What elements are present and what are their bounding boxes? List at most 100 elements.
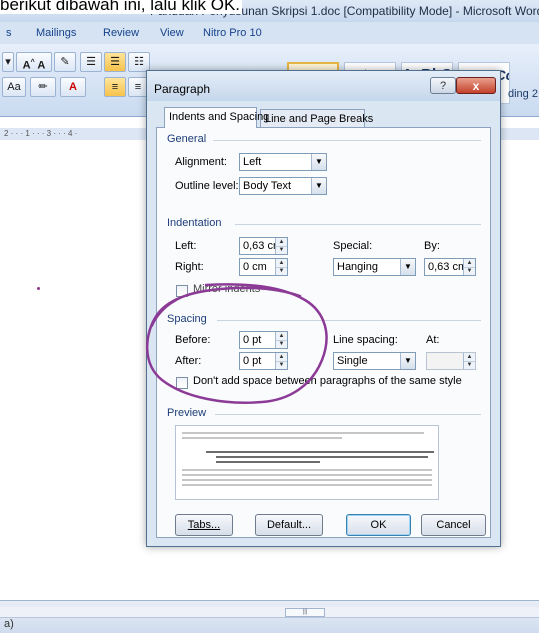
right-indent-value: 0 cm [243,261,267,273]
ribbon-tab-references[interactable]: s [6,27,12,39]
chevron-down-icon: ▼ [400,259,415,275]
align-left-icon[interactable]: ≡ [104,77,126,97]
dont-add-space-label: Don't add space between paragraphs of th… [193,375,462,387]
ribbon-tab-nitro[interactable]: Nitro Pro 10 [203,27,262,39]
left-indent-field[interactable]: 0,63 cm ▲ ▼ [239,237,288,255]
close-button[interactable]: x [456,77,496,94]
bullets-icon[interactable]: ☰ [80,52,102,72]
outline-level-value: Body Text [243,180,292,192]
after-spinner[interactable]: ▲ ▼ [275,353,287,369]
status-text: a) [4,618,14,630]
instruction-caption: berikut dibawah ini, lalu klik OK. [0,0,539,16]
preview-line [182,479,432,481]
preview-line [206,451,434,453]
spin-down-icon[interactable]: ▼ [276,361,287,369]
ribbon-tab-bar: s Mailings Review View Nitro Pro 10 [0,22,539,44]
multilevel-icon[interactable]: ☷ [128,52,150,72]
preview-line [216,456,428,458]
right-indent-field[interactable]: 0 cm ▲ ▼ [239,258,288,276]
grow-font-button[interactable]: A^ A [16,52,52,72]
font-dropdown-arrow[interactable]: ▾ [2,52,14,72]
before-spinner[interactable]: ▲ ▼ [275,332,287,348]
spin-down-icon[interactable]: ▼ [464,361,475,369]
after-value: 0 pt [243,355,262,367]
highlight-icon[interactable]: ✏ [30,77,56,97]
spin-down-icon[interactable]: ▼ [276,246,287,254]
indentation-heading: Indentation [167,217,222,229]
mirror-indents-label: Mirror indents [193,283,261,295]
document-mark [37,287,40,290]
font-color-icon[interactable]: A [60,77,86,97]
tabs-button[interactable]: Tabs... [175,514,233,536]
spin-down-icon[interactable]: ▼ [276,267,287,275]
preview-line [182,437,342,439]
cancel-button-label: Cancel [436,519,471,531]
indentation-divider [235,224,481,225]
tab-indents-and-spacing[interactable]: Indents and Spacing [164,107,269,128]
change-case-icon[interactable]: Aa [2,77,26,97]
numbering-icon[interactable]: ☰ [104,52,126,72]
dont-add-space-checkbox[interactable] [176,377,188,389]
ok-button-label: OK [370,519,387,531]
preview-line [182,474,432,476]
at-spinner[interactable]: ▲ ▼ [463,353,475,369]
line-spacing-dropdown[interactable]: Single ▼ [333,352,416,370]
ribbon-tab-view[interactable]: View [160,27,184,39]
scrollbar-thumb[interactable]: ||| [285,608,325,617]
general-divider [213,140,481,141]
outline-level-dropdown[interactable]: Body Text ▼ [239,177,327,195]
preview-box [175,425,439,500]
outline-level-label: Outline level: [175,180,239,192]
special-label: Special: [333,240,373,252]
general-heading: General [167,133,207,145]
spin-down-icon[interactable]: ▼ [276,340,287,348]
alignment-dropdown[interactable]: Left ▼ [239,153,327,171]
right-indent-spinner[interactable]: ▲ ▼ [275,259,287,275]
help-button[interactable]: ? [430,77,456,94]
preview-line [216,461,320,463]
mirror-indents-checkbox[interactable] [176,285,188,297]
ruler-marks: 2 · · · 1 · · · 3 · · · 4 · [4,129,78,138]
caption-text: berikut dibawah ini, lalu klik OK. [0,0,243,14]
chevron-down-icon: ▼ [311,178,326,194]
after-label: After: [175,355,202,367]
after-field[interactable]: 0 pt ▲ ▼ [239,352,288,370]
dialog-title-bar[interactable]: Paragraph ? x [147,71,500,101]
spacing-heading: Spacing [167,313,207,325]
default-button[interactable]: Default... [255,514,323,536]
by-field[interactable]: 0,63 cm ▲ ▼ [424,258,476,276]
horizontal-scrollbar[interactable]: ||| [0,607,539,618]
clear-format-icon[interactable]: ✎ [54,52,76,72]
cancel-button[interactable]: Cancel [421,514,486,536]
tab-panel: General Alignment: Left ▼ Outline level:… [156,127,491,538]
ribbon-tab-review[interactable]: Review [103,27,139,39]
special-dropdown[interactable]: Hanging ▼ [333,258,416,276]
before-field[interactable]: 0 pt ▲ ▼ [239,331,288,349]
preview-divider [215,414,481,415]
by-value: 0,63 cm [428,261,468,273]
dialog-title: Paragraph [154,82,211,96]
ok-button[interactable]: OK [346,514,411,536]
spin-down-icon[interactable]: ▼ [464,267,475,275]
tabs-button-label: Tabs... [187,519,221,531]
alignment-label: Alignment: [175,156,227,168]
tab-line-and-page-breaks[interactable]: Line and Page Breaks [260,109,373,128]
preview-heading: Preview [167,407,207,419]
alignment-value: Left [243,156,262,168]
at-label: At: [426,334,440,346]
special-value: Hanging [337,261,378,273]
align-center-icon[interactable]: ≡ [128,77,148,97]
preview-line [182,484,432,486]
right-indent-label: Right: [175,261,204,273]
at-field[interactable]: ▲ ▼ [426,352,476,370]
line-spacing-value: Single [337,355,368,367]
paragraph-dialog: Paragraph ? x Indents and Spacing Line a… [146,70,501,547]
preview-line [182,469,432,471]
left-indent-spinner[interactable]: ▲ ▼ [275,238,287,254]
left-indent-label: Left: [175,240,197,252]
preview-line [182,432,424,434]
by-spinner[interactable]: ▲ ▼ [463,259,475,275]
line-spacing-label: Line spacing: [333,334,398,346]
spacing-divider [217,320,481,321]
ribbon-tab-mailings[interactable]: Mailings [36,27,76,39]
